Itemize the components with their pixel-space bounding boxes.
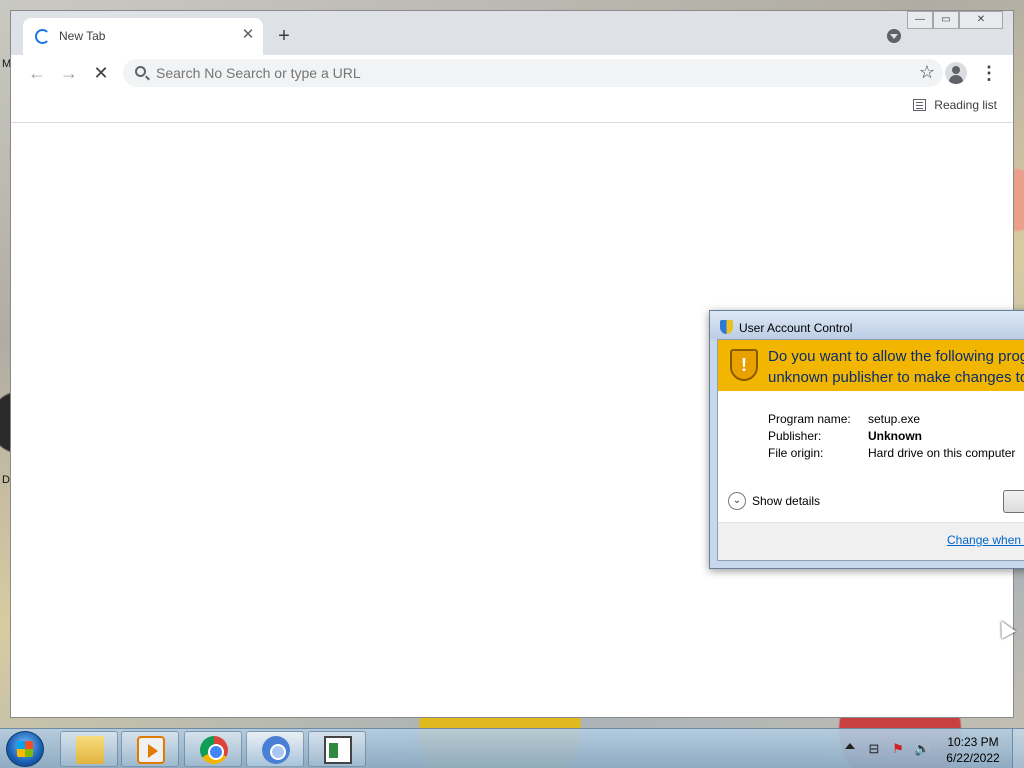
clock-time: 10:23 PM — [947, 735, 999, 749]
minimize-button[interactable]: — — [907, 11, 933, 29]
folder-icon — [76, 736, 104, 764]
chrome-icon — [200, 736, 228, 764]
uac-dialog: User Account Control ! Do you want to al… — [709, 310, 1024, 569]
loading-spinner-icon — [35, 29, 50, 44]
detail-row: File origin: Hard drive on this computer — [768, 446, 1015, 463]
desktop-label-d: D — [2, 474, 10, 486]
uac-yes-button[interactable] — [1003, 490, 1024, 513]
detail-value: setup.exe — [868, 412, 921, 426]
search-icon — [135, 66, 146, 77]
tab-search-icon[interactable] — [887, 29, 901, 43]
new-tab-button[interactable]: + — [273, 25, 295, 47]
uac-details: Program name: setup.exe Publisher: Unkno… — [768, 412, 1015, 463]
taskbar-chrome[interactable] — [184, 731, 242, 767]
browser-toolbar: ← → ✕ ☆ ⋮ — [11, 55, 1013, 91]
reading-list-label: Reading list — [934, 98, 997, 112]
application-window-icon — [324, 736, 352, 764]
warning-shield-icon: ! — [730, 349, 758, 381]
omnibox-input[interactable] — [156, 59, 876, 87]
media-player-icon — [137, 736, 165, 764]
tab-close-icon[interactable]: ✕ — [239, 26, 257, 44]
taskbar-chromium[interactable] — [246, 731, 304, 767]
tab-strip: New Tab ✕ + — ▭ ✕ — [11, 11, 1013, 55]
show-desktop-button[interactable] — [1012, 729, 1024, 768]
detail-row: Publisher: Unknown — [768, 429, 1015, 446]
address-bar[interactable]: ☆ — [123, 59, 943, 87]
back-button[interactable]: ← — [25, 61, 49, 85]
chromium-icon — [262, 736, 290, 764]
detail-key: Program name: — [768, 412, 851, 426]
start-button[interactable] — [6, 731, 44, 767]
browser-menu-icon[interactable]: ⋮ — [979, 61, 999, 85]
reading-list-button[interactable]: Reading list — [913, 98, 997, 112]
uac-footer: Change when these notifications appear — [718, 522, 1024, 560]
close-window-button[interactable]: ✕ — [959, 11, 1003, 29]
taskbar-explorer[interactable] — [60, 731, 118, 767]
profile-avatar-icon[interactable] — [945, 62, 967, 84]
uac-warning-banner: ! Do you want to allow the following pro… — [718, 340, 1024, 391]
taskbar-window[interactable] — [308, 731, 366, 767]
show-details-toggle[interactable]: ⌄ Show details — [728, 492, 820, 510]
uac-body: ! Do you want to allow the following pro… — [717, 339, 1024, 561]
show-hidden-icons-icon[interactable] — [845, 743, 855, 749]
action-center-flag-icon[interactable]: ⚑ — [890, 741, 906, 757]
uac-question-line2: unknown publisher to make changes to thi… — [768, 369, 1024, 386]
uac-shield-icon — [720, 320, 733, 334]
show-details-label: Show details — [752, 494, 821, 508]
chevron-down-icon: ⌄ — [728, 492, 746, 510]
taskbar: ⊟ ⚑ 🔊 10:23 PM 6/22/2022 — [0, 728, 1024, 768]
system-clock[interactable]: 10:23 PM 6/22/2022 — [940, 734, 1006, 766]
uac-question: Do you want to allow the following progr… — [768, 346, 1024, 388]
tab-title: New Tab — [59, 29, 106, 43]
maximize-button[interactable]: ▭ — [933, 11, 959, 29]
taskbar-media-player[interactable] — [121, 731, 179, 767]
detail-value: Unknown — [868, 429, 922, 443]
uac-title: User Account Control — [739, 321, 853, 335]
detail-value: Hard drive on this computer — [868, 446, 1016, 460]
forward-button[interactable]: → — [57, 61, 81, 85]
reading-list-icon — [913, 99, 927, 111]
uac-question-line1: Do you want to allow the following progr… — [768, 348, 1024, 365]
detail-row: Program name: setup.exe — [768, 412, 1015, 429]
volume-icon[interactable]: 🔊 — [914, 741, 930, 757]
detail-key: File origin: — [768, 446, 824, 460]
bookmarks-bar: Reading list — [11, 91, 1013, 123]
detail-key: Publisher: — [768, 429, 822, 443]
window-controls: — ▭ ✕ — [907, 11, 1003, 29]
bookmark-star-icon[interactable]: ☆ — [919, 62, 935, 83]
change-notifications-link[interactable]: Change when these notifications appear — [947, 533, 1024, 547]
clock-date: 6/22/2022 — [946, 751, 1000, 765]
stop-loading-button[interactable]: ✕ — [89, 61, 113, 85]
network-icon[interactable]: ⊟ — [866, 741, 882, 757]
uac-titlebar[interactable]: User Account Control — [710, 311, 1024, 339]
tab-new-tab[interactable]: New Tab ✕ — [23, 18, 263, 55]
